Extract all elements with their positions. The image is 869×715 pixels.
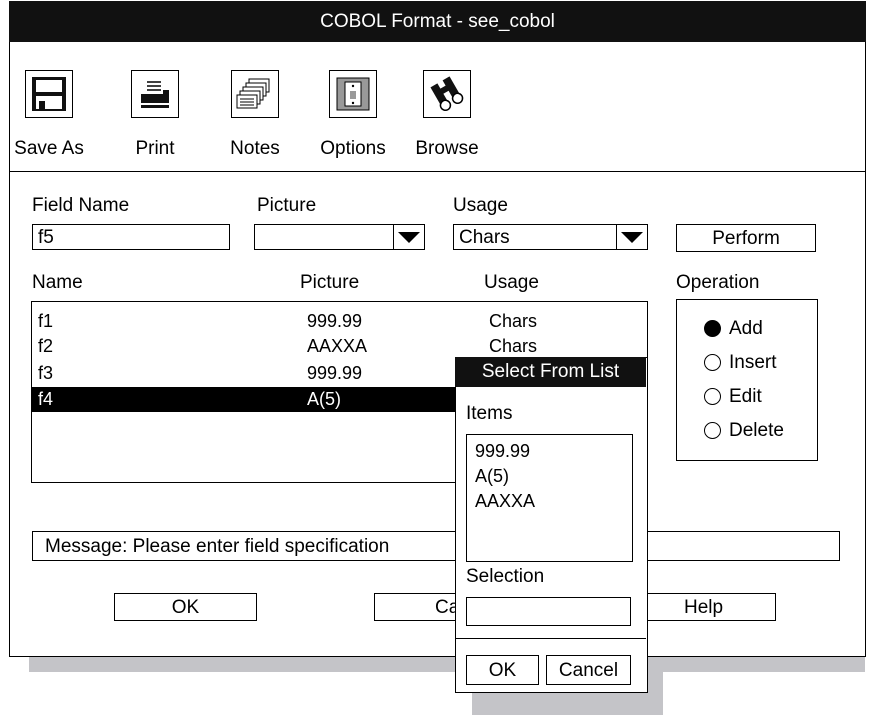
row-name: f2 <box>38 336 54 356</box>
picture-label: Picture <box>257 195 317 216</box>
dialog-cancel-button[interactable]: Cancel <box>546 655 631 685</box>
row-name: f1 <box>38 311 54 331</box>
list-item[interactable]: AAXXA <box>475 489 535 514</box>
operation-label: Operation <box>676 272 760 293</box>
window-title: COBOL Format - see_cobol <box>9 1 866 42</box>
floppy-disk-icon <box>25 70 73 118</box>
name-column-header: Name <box>32 272 83 293</box>
radio-insert-label: Insert <box>729 352 777 373</box>
radio-delete-label: Delete <box>729 420 784 441</box>
notes-label: Notes <box>230 138 280 159</box>
radio-edit-label: Edit <box>729 386 762 407</box>
message-bar: Message: Please enter field specificatio… <box>32 531 840 561</box>
window-shadow <box>29 655 865 672</box>
row-picture: AAXXA <box>307 336 368 356</box>
selection-input[interactable] <box>466 597 631 626</box>
field-name-input[interactable]: f5 <box>32 224 230 250</box>
print-tool[interactable]: Print <box>115 60 195 159</box>
row-name: f4 <box>38 389 54 409</box>
chevron-down-icon[interactable] <box>616 225 647 249</box>
items-label: Items <box>466 403 513 424</box>
usage-column-header: Usage <box>484 272 539 293</box>
list-item[interactable]: A(5) <box>475 464 509 489</box>
browse-tool[interactable]: Browse <box>407 60 487 159</box>
notes-tool[interactable]: Notes <box>215 60 295 159</box>
switch-icon <box>329 70 377 118</box>
radio-add-label: Add <box>729 318 763 339</box>
popup-shadow-bottom <box>472 691 663 715</box>
help-button[interactable]: Help <box>633 593 776 621</box>
row-picture: A(5) <box>307 389 342 409</box>
row-usage: Chars <box>489 336 538 356</box>
field-name-label: Field Name <box>32 195 130 216</box>
row-name: f3 <box>38 363 54 383</box>
notes-icon <box>231 70 279 118</box>
dialog-title: Select From List <box>455 357 646 387</box>
table-row[interactable]: f2 AAXXA Chars <box>32 334 645 359</box>
usage-value: Chars <box>459 227 510 248</box>
options-label: Options <box>320 138 386 159</box>
ok-button[interactable]: OK <box>114 593 257 621</box>
toolbar-divider <box>9 171 866 172</box>
browse-label: Browse <box>415 138 479 159</box>
picture-column-header: Picture <box>300 272 360 293</box>
save-as-label: Save As <box>14 138 84 159</box>
radio-edit[interactable] <box>704 388 721 405</box>
message-text: Message: Please enter field specificatio… <box>45 536 390 557</box>
picture-dropdown[interactable] <box>254 224 425 250</box>
row-usage: Chars <box>489 311 538 331</box>
list-item[interactable]: 999.99 <box>475 439 530 464</box>
dialog-ok-button[interactable]: OK <box>466 655 539 685</box>
usage-label: Usage <box>453 195 508 216</box>
dialog-divider <box>455 638 646 639</box>
radio-delete[interactable] <box>704 422 721 439</box>
radio-insert[interactable] <box>704 354 721 371</box>
binoculars-icon <box>423 70 471 118</box>
perform-button[interactable]: Perform <box>676 224 816 252</box>
usage-dropdown[interactable]: Chars <box>453 224 648 250</box>
save-as-tool[interactable]: Save As <box>9 60 89 159</box>
row-picture: 999.99 <box>307 363 363 383</box>
radio-add[interactable] <box>704 320 721 337</box>
selection-label: Selection <box>466 566 545 587</box>
field-name-value: f5 <box>38 227 54 248</box>
chevron-down-icon[interactable] <box>393 225 424 249</box>
table-row[interactable]: f1 999.99 Chars <box>32 309 645 334</box>
options-tool[interactable]: Options <box>313 60 393 159</box>
row-picture: 999.99 <box>307 311 363 331</box>
print-label: Print <box>135 138 175 159</box>
printer-icon <box>131 70 179 118</box>
items-list[interactable]: 999.99 A(5) AAXXA <box>466 434 633 562</box>
